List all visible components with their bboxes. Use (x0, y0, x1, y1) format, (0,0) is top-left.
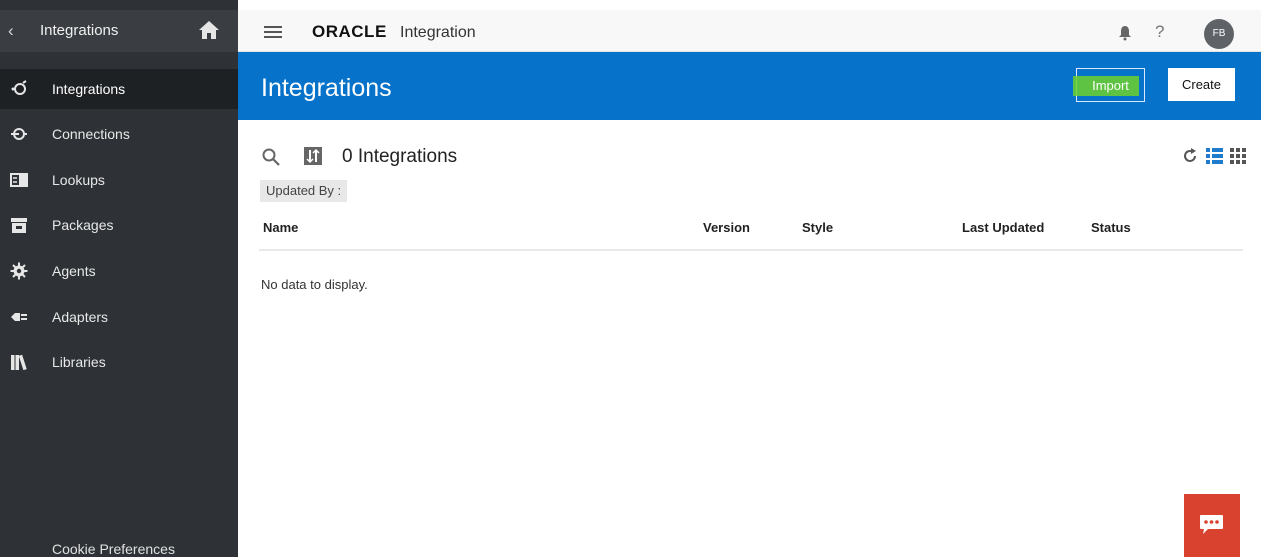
table-header-divider (259, 249, 1243, 251)
column-header-status[interactable]: Status (1091, 220, 1131, 235)
lookups-icon (10, 173, 28, 187)
grid-view-icon[interactable] (1230, 148, 1246, 164)
create-button[interactable]: Create (1168, 68, 1235, 101)
packages-icon (11, 218, 27, 233)
back-chevron-icon[interactable]: ‹ (8, 21, 14, 41)
updated-by-value (348, 180, 538, 202)
chat-bubble-icon (1200, 515, 1223, 534)
sidebar-item-label: Lookups (52, 172, 105, 188)
refresh-icon[interactable] (1182, 148, 1198, 164)
product-name: Integration (400, 24, 476, 41)
column-header-name[interactable]: Name (263, 220, 298, 235)
sort-icon[interactable] (304, 147, 322, 165)
page-header: Integrations Import Create (238, 52, 1261, 120)
empty-state-text: No data to display. (261, 277, 368, 292)
top-bar: ORACLE Integration ? FB (238, 10, 1261, 52)
sidebar-item-integrations[interactable]: Integrations (0, 69, 238, 109)
sidebar-item-label: Agents (52, 263, 96, 279)
sidebar: ‹ Integrations Integrations Connections … (0, 0, 238, 557)
sidebar-item-label: Adapters (52, 309, 109, 325)
integrations-count: 0 Integrations (342, 146, 458, 167)
sidebar-item-agents[interactable]: Agents (0, 251, 238, 291)
sidebar-item-label: Integrations (52, 81, 126, 97)
help-icon[interactable]: ? (1155, 22, 1164, 42)
column-header-version[interactable]: Version (703, 220, 750, 235)
hamburger-menu-icon[interactable] (264, 26, 282, 38)
import-button-label: Import (1092, 78, 1129, 93)
column-header-last-updated[interactable]: Last Updated (962, 220, 1044, 235)
search-icon[interactable] (262, 148, 280, 166)
sidebar-title: Integrations (40, 22, 119, 39)
sidebar-item-label: Connections (52, 126, 130, 142)
sidebar-item-adapters[interactable]: Adapters (0, 297, 238, 337)
home-icon[interactable] (198, 19, 220, 41)
column-header-style[interactable]: Style (802, 220, 833, 235)
books-icon (11, 354, 27, 371)
list-view-icon[interactable] (1206, 148, 1223, 164)
oracle-logo: ORACLE (312, 22, 387, 41)
connections-icon (11, 128, 27, 140)
bell-icon[interactable] (1118, 25, 1132, 41)
page-title: Integrations (261, 74, 392, 102)
sidebar-item-packages[interactable]: Packages (0, 205, 238, 245)
updated-by-filter[interactable]: Updated By : (260, 180, 348, 202)
sidebar-item-libraries[interactable]: Libraries (0, 342, 238, 382)
sidebar-item-label: Packages (52, 217, 114, 233)
import-button[interactable]: Import (1073, 68, 1145, 102)
sidebar-item-lookups[interactable]: Lookups (0, 160, 238, 200)
plug-icon (11, 313, 27, 321)
cookie-preferences-link[interactable]: Cookie Preferences (52, 541, 175, 557)
sidebar-item-connections[interactable]: Connections (0, 114, 238, 154)
avatar[interactable]: FB (1204, 19, 1234, 49)
main-content: 0 Integrations Updated By : Name Version… (238, 120, 1261, 557)
chat-button[interactable] (1184, 494, 1240, 557)
integrations-icon (11, 80, 27, 95)
sidebar-header: ‹ Integrations (0, 10, 238, 52)
sidebar-item-label: Libraries (52, 354, 106, 370)
gear-icon (10, 262, 28, 280)
